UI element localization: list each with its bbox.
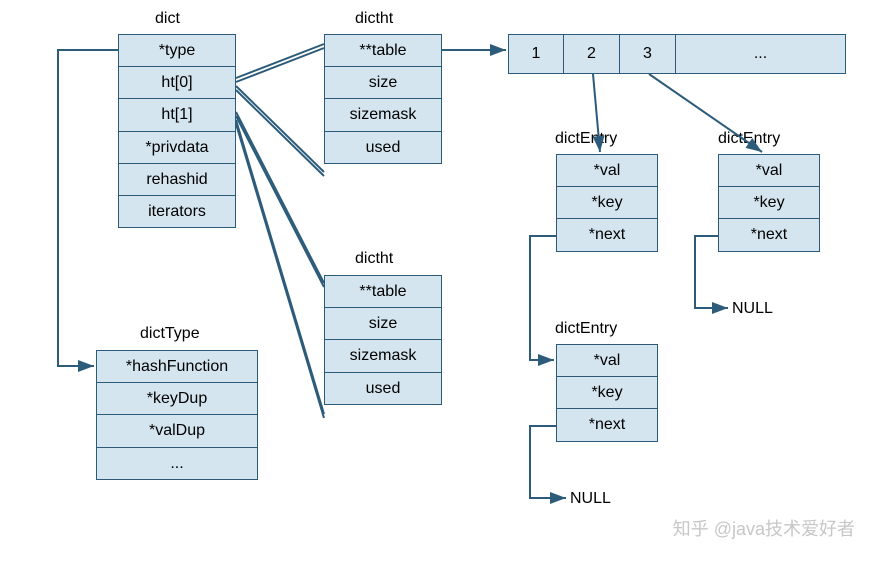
dictType-field-keyDup: *keyDup	[96, 383, 258, 415]
dictht1-field-table: **table	[324, 34, 442, 67]
entry2-title: dictEntry	[718, 130, 780, 148]
dict-title: dict	[155, 10, 180, 28]
table-cell-2: 2	[564, 34, 620, 74]
dictht2-field-table: **table	[324, 275, 442, 308]
entry1b-field-next: *next	[556, 409, 658, 441]
entry1b-field-val: *val	[556, 344, 658, 377]
entry2-field-next: *next	[718, 219, 820, 251]
dictht2-title: dictht	[355, 250, 393, 268]
table-cell-1: 1	[508, 34, 564, 74]
table-cell-more: ...	[676, 34, 846, 74]
dict-field-rehashid: rehashid	[118, 164, 236, 196]
entry1b-title: dictEntry	[555, 320, 617, 338]
dictht1-field-sizemask: sizemask	[324, 99, 442, 131]
dictType-field-more: ...	[96, 448, 258, 480]
dict-field-privdata: *privdata	[118, 132, 236, 164]
dictType-field-hashFunction: *hashFunction	[96, 350, 258, 383]
entry1-struct: *val *key *next	[556, 154, 658, 252]
entry2-field-val: *val	[718, 154, 820, 187]
table-array: 1 2 3 ...	[508, 34, 846, 74]
entry1b-field-key: *key	[556, 377, 658, 409]
entry1-title: dictEntry	[555, 130, 617, 148]
dict-field-ht1: ht[1]	[118, 99, 236, 131]
dict-field-type: *type	[118, 34, 236, 67]
dictType-struct: *hashFunction *keyDup *valDup ...	[96, 350, 258, 480]
dictht1-field-used: used	[324, 132, 442, 164]
dictht2-field-sizemask: sizemask	[324, 340, 442, 372]
entry1-field-val: *val	[556, 154, 658, 187]
dictType-field-valDup: *valDup	[96, 415, 258, 447]
dictht2-field-used: used	[324, 373, 442, 405]
null1-label: NULL	[570, 490, 611, 508]
entry1b-struct: *val *key *next	[556, 344, 658, 442]
dictht2-struct: **table size sizemask used	[324, 275, 442, 405]
dict-field-ht0: ht[0]	[118, 67, 236, 99]
dict-field-iterators: iterators	[118, 196, 236, 228]
dict-struct: *type ht[0] ht[1] *privdata rehashid ite…	[118, 34, 236, 228]
entry1-field-key: *key	[556, 187, 658, 219]
dictht1-field-size: size	[324, 67, 442, 99]
entry2-field-key: *key	[718, 187, 820, 219]
dictht1-struct: **table size sizemask used	[324, 34, 442, 164]
entry2-struct: *val *key *next	[718, 154, 820, 252]
entry1-field-next: *next	[556, 219, 658, 251]
null2-label: NULL	[732, 300, 773, 318]
dictht2-field-size: size	[324, 308, 442, 340]
dictht1-title: dictht	[355, 10, 393, 28]
table-cell-3: 3	[620, 34, 676, 74]
dictType-title: dictType	[140, 325, 200, 343]
watermark: 知乎 @java技术爱好者	[673, 515, 855, 541]
